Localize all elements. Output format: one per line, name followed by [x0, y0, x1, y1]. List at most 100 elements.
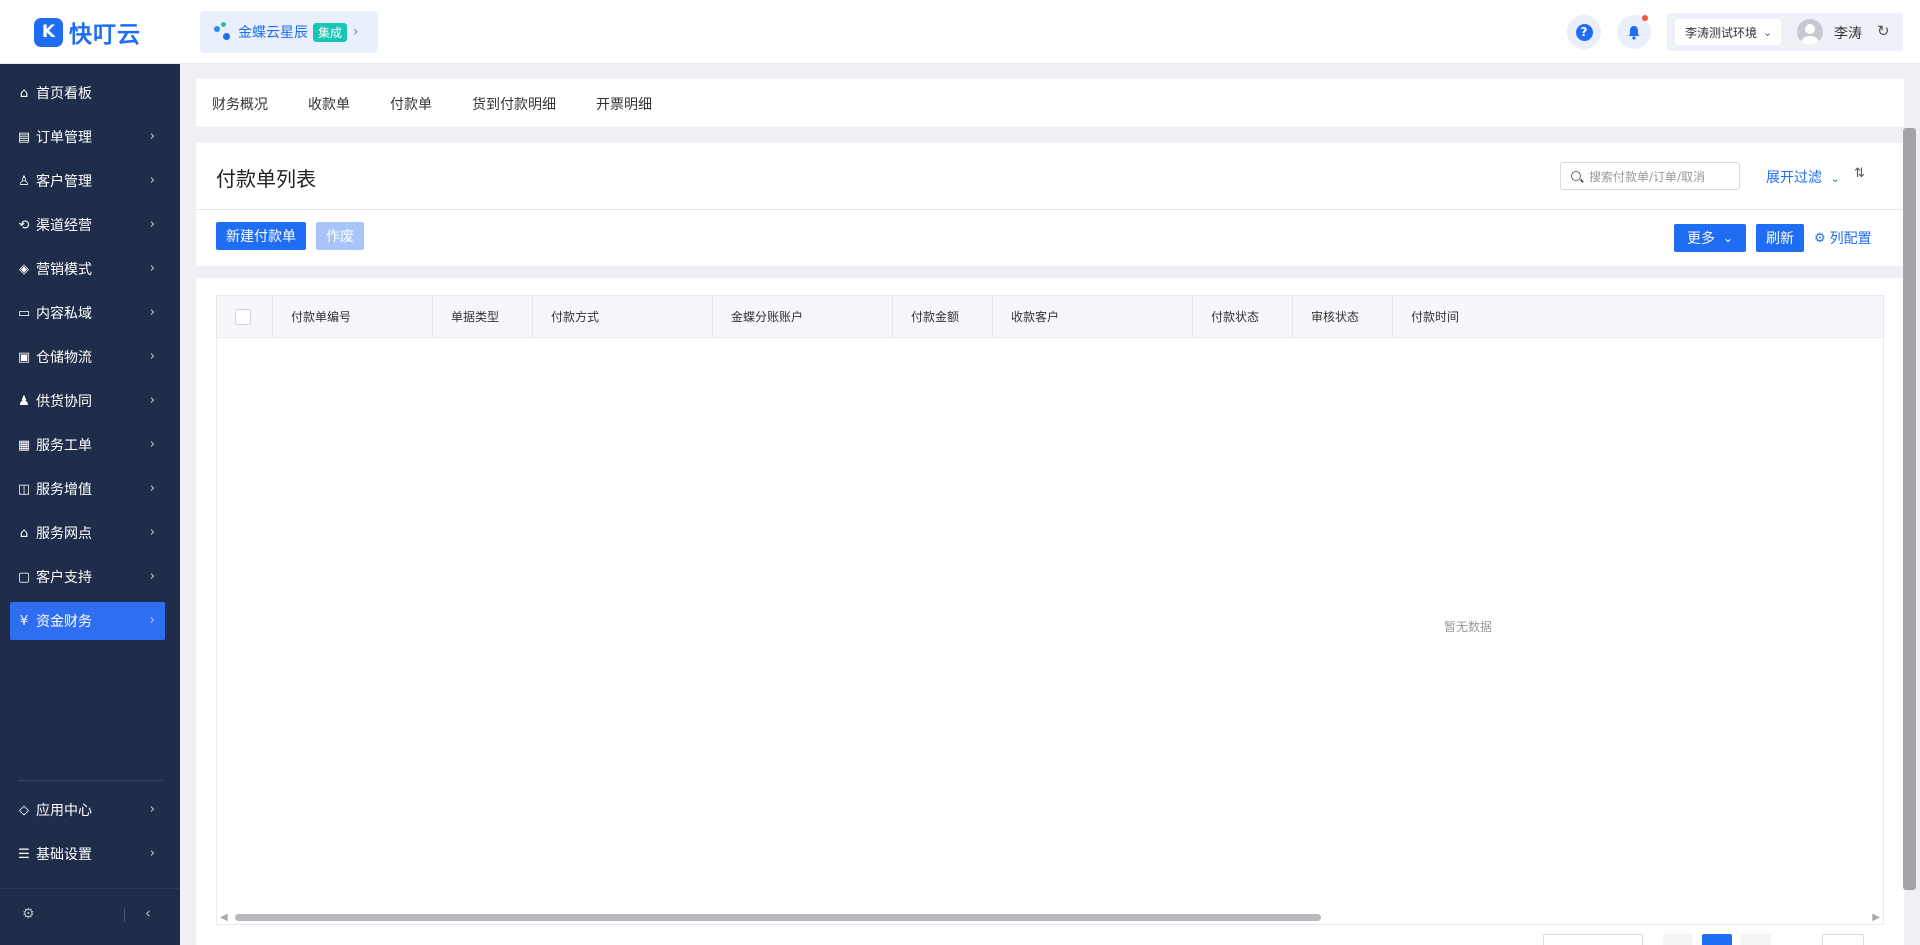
top-header: K 快叮云 金蝶云星辰 集成 › ? 李涛测试环境 ⌄ 李涛 ↻ [0, 0, 1920, 64]
finance-tabs: 财务概况 收款单 付款单 货到付款明细 开票明细 [196, 79, 1904, 127]
page-size-select[interactable] [1543, 934, 1643, 945]
more-button[interactable]: 更多 ⌄ [1674, 224, 1746, 252]
column-header[interactable]: 单据类型 [433, 296, 533, 338]
sidebar-item-label: 营销模式 [36, 262, 92, 278]
column-header[interactable]: 付款方式 [533, 296, 713, 338]
sidebar-item[interactable]: ◇ 应用中心 › [10, 791, 165, 829]
home-icon: ⌂ [19, 85, 29, 101]
tab-invoice-details[interactable]: 开票明细 [596, 94, 652, 114]
column-config-button[interactable]: ⚙ 列配置 [1814, 228, 1872, 248]
logo-text: 快叮云 [69, 22, 141, 48]
sidebar-footer: ⚙ ‹ [0, 889, 180, 945]
sidebar-item[interactable]: ◫ 服务增值 › [10, 470, 165, 508]
sidebar-item[interactable]: ▣ 仓储物流 › [10, 338, 165, 376]
yen-icon: ¥ [19, 613, 29, 629]
sidebar-item-label: 供货协同 [36, 394, 92, 410]
notification-button[interactable] [1617, 15, 1651, 49]
sidebar-item[interactable]: ⌂ 首页看板 [10, 74, 165, 112]
chevron-right-icon: › [149, 481, 155, 496]
user-name[interactable]: 李涛 [1834, 23, 1862, 43]
tab-payments[interactable]: 付款单 [390, 94, 432, 114]
bag-icon: ◫ [17, 481, 31, 497]
column-header[interactable]: 付款状态 [1193, 296, 1293, 338]
search-icon [1571, 171, 1581, 181]
prev-page-button[interactable] [1663, 934, 1693, 945]
sidebar-item-label: 资金财务 [36, 614, 92, 630]
column-config-label: 列配置 [1829, 231, 1872, 247]
app-logo[interactable]: K 快叮云 [34, 17, 141, 48]
sidebar-item-label: 内容私域 [36, 306, 92, 322]
sidebar-item-label: 订单管理 [36, 130, 92, 146]
sidebar-item[interactable]: ¥ 资金财务 › [10, 602, 165, 640]
column-header[interactable]: 付款单编号 [273, 296, 433, 338]
sidebar-item[interactable]: ♙ 客户管理 › [10, 162, 165, 200]
sidebar-item-label: 应用中心 [36, 803, 92, 819]
chevron-right-icon: › [149, 525, 155, 540]
sidebar-item-label: 客户支持 [36, 570, 92, 586]
sidebar-item[interactable]: ▦ 服务工单 › [10, 426, 165, 464]
void-button[interactable]: 作废 [316, 222, 364, 250]
cube-icon: ◇ [19, 802, 29, 818]
sort-icon[interactable]: ⇅ [1854, 166, 1865, 181]
ticket-icon: ▦ [17, 437, 31, 453]
environment-select[interactable]: 李涛测试环境 ⌄ [1675, 19, 1781, 45]
sidebar-item[interactable]: ▤ 订单管理 › [10, 118, 165, 156]
support-icon: ▢ [17, 569, 31, 585]
sidebar-item[interactable]: ♟ 供货协同 › [10, 382, 165, 420]
new-payment-button[interactable]: 新建付款单 [216, 222, 306, 250]
integration-badge: 集成 [313, 22, 348, 42]
logo-mark-icon: K [34, 17, 63, 47]
horizontal-scrollbar[interactable]: ◀ ▶ [217, 910, 1883, 924]
tab-cod-details[interactable]: 货到付款明细 [472, 94, 556, 114]
next-page-button[interactable] [1741, 934, 1771, 945]
sidebar-item[interactable]: ▢ 客户支持 › [10, 558, 165, 596]
tab-receipts[interactable]: 收款单 [308, 94, 350, 114]
chevron-down-icon: ⌄ [1763, 25, 1773, 39]
chevron-right-icon: › [149, 569, 155, 584]
sidebar-item-label: 首页看板 [36, 86, 92, 102]
sidebar-item-label: 服务网点 [36, 526, 92, 542]
scroll-right-icon[interactable]: ▶ [1872, 912, 1880, 923]
chevron-down-icon: ⌄ [1722, 231, 1734, 245]
avatar[interactable] [1797, 19, 1823, 45]
search-input[interactable]: 搜索付款单/订单/取消 [1560, 162, 1740, 190]
sidebar-item-label: 基础设置 [36, 847, 92, 863]
help-button[interactable]: ? [1567, 15, 1601, 49]
supply-icon: ♟ [18, 393, 30, 409]
chevron-right-icon: › [149, 129, 155, 144]
payments-table: 付款单编号 单据类型 付款方式 金蝶分账账户 付款金额 收款客户 付款状态 审核… [216, 295, 1884, 925]
footer-separator [124, 908, 125, 922]
scroll-left-icon[interactable]: ◀ [220, 912, 228, 923]
integration-label: 金蝶云星辰 [238, 25, 308, 41]
sidebar-item[interactable]: ☰ 基础设置 › [10, 835, 165, 873]
column-header[interactable]: 收款客户 [993, 296, 1193, 338]
sidebar-item[interactable]: ⌂ 服务网点 › [10, 514, 165, 552]
expand-filter-button[interactable]: 展开过滤 ⌄ [1766, 167, 1840, 187]
column-header[interactable]: 金蝶分账账户 [713, 296, 893, 338]
sidebar-item[interactable]: ⟲ 渠道经营 › [10, 206, 165, 244]
select-all-checkbox[interactable] [235, 309, 251, 325]
vertical-scrollbar[interactable] [1903, 128, 1916, 890]
integration-icon [214, 22, 232, 42]
table-header: 付款单编号 单据类型 付款方式 金蝶分账账户 付款金额 收款客户 付款状态 审核… [217, 296, 1883, 338]
scrollbar-thumb[interactable] [235, 914, 1321, 921]
gear-icon[interactable]: ⚙ [22, 906, 35, 922]
column-header[interactable]: 审核状态 [1293, 296, 1393, 338]
column-header[interactable]: 付款金额 [893, 296, 993, 338]
page-jump-input[interactable] [1822, 934, 1864, 945]
sidebar-item[interactable]: ◈ 营销模式 › [10, 250, 165, 288]
refresh-icon[interactable]: ↻ [1877, 22, 1890, 40]
current-page-button[interactable] [1702, 934, 1732, 945]
sidebar-item-label: 服务工单 [36, 438, 92, 454]
chevron-right-icon: › [149, 437, 155, 452]
box-icon: ▣ [17, 349, 31, 365]
sidebar-item[interactable]: ▭ 内容私域 › [10, 294, 165, 332]
refresh-button[interactable]: 刷新 [1756, 224, 1804, 252]
document-icon: ▤ [17, 129, 31, 145]
chevron-right-icon: › [149, 305, 155, 320]
tab-finance-overview[interactable]: 财务概况 [212, 94, 268, 114]
chevron-right-icon: › [149, 613, 155, 628]
integration-switch[interactable]: 金蝶云星辰 集成 › [200, 11, 378, 53]
column-header[interactable]: 付款时间 [1393, 296, 1883, 338]
collapse-sidebar-icon[interactable]: ‹ [145, 904, 151, 922]
